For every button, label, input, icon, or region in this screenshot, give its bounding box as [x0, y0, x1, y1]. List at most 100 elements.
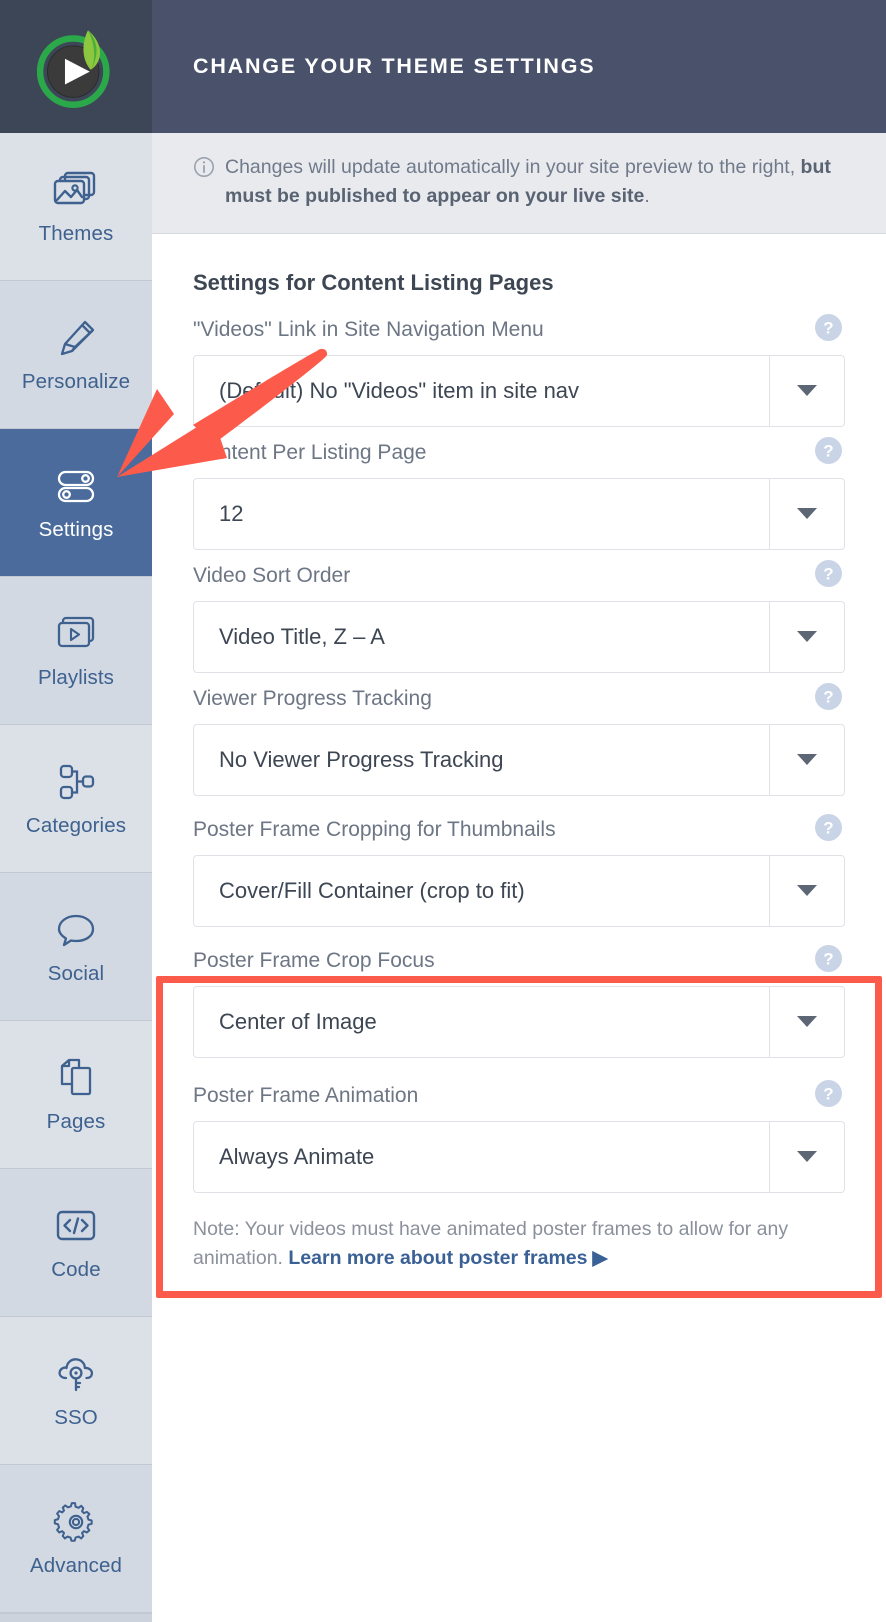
- field-videos-link: "Videos" Link in Site Navigation Menu ? …: [193, 313, 845, 427]
- select-content-per-page[interactable]: 12: [193, 477, 845, 550]
- svg-text:?: ?: [823, 564, 833, 583]
- field-label: Poster Frame Cropping for Thumbnails: [193, 818, 556, 842]
- learn-more-link[interactable]: Learn more about poster frames: [288, 1247, 587, 1269]
- select-poster-frame-animation[interactable]: Always Animate: [193, 1120, 845, 1193]
- video-stack-icon: [57, 616, 95, 647]
- field-header: Content Per Listing Page ?: [193, 436, 845, 469]
- sidebar-item-label: Code: [51, 1257, 101, 1281]
- sidebar-item-label: Themes: [38, 221, 114, 245]
- sidebar-item-label: Personalize: [21, 369, 131, 393]
- field-header: Viewer Progress Tracking ?: [193, 682, 845, 715]
- help-icon[interactable]: ?: [815, 944, 842, 977]
- field-label: Video Sort Order: [193, 564, 351, 588]
- code-brackets-icon: [56, 1210, 96, 1240]
- select-poster-frame-crop-focus[interactable]: Center of Image: [193, 985, 845, 1058]
- field-poster-frame-cropping: Poster Frame Cropping for Thumbnails ? C…: [193, 813, 845, 927]
- sidebar-item-label: Pages: [46, 1109, 106, 1133]
- field-header: "Videos" Link in Site Navigation Menu ?: [193, 313, 845, 346]
- learn-more-arrow-icon[interactable]: ▶: [592, 1247, 607, 1269]
- select-value: (Default) No "Videos" item in site nav: [219, 377, 580, 403]
- select-poster-frame-cropping[interactable]: Cover/Fill Container (crop to fit): [193, 854, 845, 927]
- select-video-sort-order[interactable]: Video Title, Z – A: [193, 600, 845, 673]
- info-circle-icon: [193, 156, 215, 183]
- sidebar: Themes Personalize Settings Playlists Ca…: [0, 0, 152, 1622]
- gear-icon: [53, 1501, 93, 1542]
- select-value: Cover/Fill Container (crop to fit): [219, 877, 525, 903]
- sidebar-item-label: SSO: [54, 1405, 98, 1429]
- sidebar-item-personalize[interactable]: Personalize: [0, 281, 152, 429]
- info-banner-text: Changes will update automatically in you…: [225, 153, 852, 211]
- select-value: No Viewer Progress Tracking: [219, 746, 504, 772]
- help-icon[interactable]: ?: [815, 313, 842, 346]
- sidebar-item-advanced[interactable]: Advanced: [0, 1465, 152, 1613]
- field-header: Video Sort Order ?: [193, 559, 845, 592]
- sidebar-item-label: Playlists: [37, 665, 115, 689]
- field-label: Poster Frame Animation: [193, 1084, 419, 1108]
- select-value: 12: [219, 500, 244, 526]
- cloud-key-icon: [58, 1357, 94, 1391]
- sidebar-item-label: Settings: [38, 517, 114, 541]
- images-icon: [53, 171, 96, 204]
- settings-content: Settings for Content Listing Pages "Vide…: [152, 233, 886, 1622]
- field-poster-frame-crop-focus: Poster Frame Crop Focus ? Center of Imag…: [193, 944, 845, 1058]
- select-value: Center of Image: [219, 1008, 377, 1034]
- help-icon[interactable]: ?: [815, 436, 842, 469]
- section-title: Settings for Content Listing Pages: [193, 269, 554, 295]
- poster-frame-note: Note: Your videos must have animated pos…: [193, 1215, 845, 1274]
- pencil-icon: [60, 320, 95, 355]
- help-icon[interactable]: ?: [815, 682, 842, 715]
- field-header: Poster Frame Animation ?: [193, 1079, 845, 1112]
- sidebar-filler: [0, 1613, 152, 1622]
- main-pane: CHANGE YOUR THEME SETTINGS Changes will …: [152, 0, 886, 1622]
- sidebar-item-pages[interactable]: Pages: [0, 1021, 152, 1169]
- chevron-down-icon[interactable]: [769, 355, 844, 426]
- theme-settings-app: Themes Personalize Settings Playlists Ca…: [0, 0, 886, 1622]
- info-banner-text-end: .: [644, 184, 650, 207]
- svg-text:?: ?: [823, 949, 833, 968]
- page-header: CHANGE YOUR THEME SETTINGS: [152, 0, 886, 133]
- info-banner: Changes will update automatically in you…: [152, 133, 886, 234]
- field-poster-frame-animation: Poster Frame Animation ? Always Animate: [193, 1079, 845, 1193]
- select-value: Video Title, Z – A: [219, 623, 385, 649]
- svg-text:?: ?: [823, 687, 833, 706]
- chevron-down-icon[interactable]: [769, 478, 844, 549]
- field-label: Viewer Progress Tracking: [193, 687, 432, 711]
- chevron-down-icon[interactable]: [769, 855, 844, 926]
- field-header: Poster Frame Cropping for Thumbnails ?: [193, 813, 845, 846]
- sidebar-item-code[interactable]: Code: [0, 1169, 152, 1317]
- toggles-icon: [57, 470, 95, 502]
- help-icon[interactable]: ?: [815, 813, 842, 846]
- field-content-per-page: Content Per Listing Page ? 12: [193, 436, 845, 550]
- sidebar-item-settings[interactable]: Settings: [0, 429, 152, 577]
- field-label: Content Per Listing Page: [193, 441, 427, 465]
- sidebar-item-label: Advanced: [30, 1553, 122, 1577]
- select-videos-link[interactable]: (Default) No "Videos" item in site nav: [193, 354, 845, 427]
- help-icon[interactable]: ?: [815, 559, 842, 592]
- chevron-down-icon[interactable]: [769, 986, 844, 1057]
- page-title: CHANGE YOUR THEME SETTINGS: [193, 54, 596, 78]
- chevron-down-icon[interactable]: [769, 1121, 844, 1192]
- sidebar-item-social[interactable]: Social: [0, 873, 152, 1021]
- speech-bubble-icon: [57, 914, 95, 946]
- select-value: Always Animate: [219, 1143, 375, 1169]
- sprout-video-play-logo-icon: [36, 29, 110, 108]
- chevron-down-icon[interactable]: [769, 724, 844, 795]
- svg-text:?: ?: [823, 1084, 833, 1103]
- sidebar-item-categories[interactable]: Categories: [0, 725, 152, 873]
- help-icon[interactable]: ?: [815, 1079, 842, 1112]
- sidebar-item-playlists[interactable]: Playlists: [0, 577, 152, 725]
- svg-text:?: ?: [823, 441, 833, 460]
- svg-text:?: ?: [823, 318, 833, 337]
- select-viewer-progress-tracking[interactable]: No Viewer Progress Tracking: [193, 723, 845, 796]
- documents-icon: [60, 1058, 92, 1095]
- sidebar-item-label: Categories: [25, 813, 127, 837]
- field-viewer-progress-tracking: Viewer Progress Tracking ? No Viewer Pro…: [193, 682, 845, 796]
- sidebar-item-sso[interactable]: SSO: [0, 1317, 152, 1465]
- sitemap-icon: [59, 764, 95, 799]
- field-label: "Videos" Link in Site Navigation Menu: [193, 318, 544, 342]
- brand-logo[interactable]: [0, 0, 152, 133]
- sidebar-item-themes[interactable]: Themes: [0, 133, 152, 281]
- sidebar-item-label: Social: [47, 961, 105, 985]
- chevron-down-icon[interactable]: [769, 601, 844, 672]
- field-header: Poster Frame Crop Focus ?: [193, 944, 845, 977]
